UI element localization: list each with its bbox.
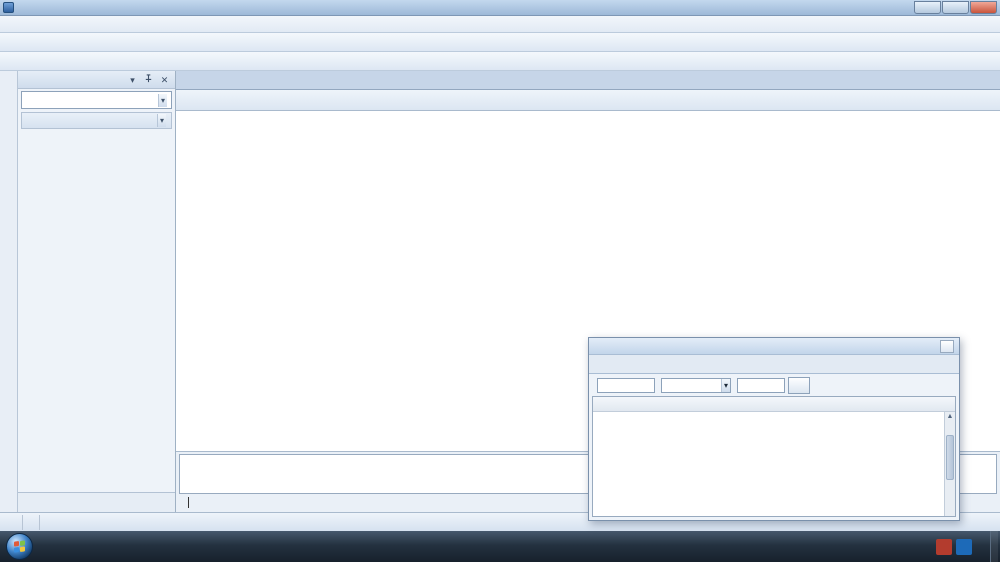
windows-taskbar [0,531,1000,562]
close-icon[interactable]: ✕ [158,73,171,86]
close-button[interactable] [970,1,997,14]
coordinates-readout [23,515,40,530]
menu-bar [0,16,1000,33]
text-caret [188,497,195,508]
start-button[interactable] [6,533,33,560]
legend-footer [18,492,175,512]
toolbar-drawing [0,52,1000,71]
scrollbar-thumb[interactable] [946,435,954,480]
toolbar-standard [0,33,1000,52]
pin-icon[interactable] [142,73,155,86]
results-filter-row: ▾ [589,374,959,396]
results-table: ▲ [592,396,956,517]
legend-section-header[interactable]: ▾ [21,112,172,129]
canvas-toolbar [176,90,1000,111]
results-table-header [593,397,955,412]
minimize-button[interactable] [914,1,941,14]
chevron-down-icon: ▾ [157,114,166,127]
symbol-library-select[interactable]: ▾ [21,91,172,109]
results-dialog-tabs [589,355,959,374]
find-input[interactable] [597,378,655,393]
app-icon [3,2,14,13]
dialog-close-icon[interactable] [940,340,954,353]
windows-flag-icon [14,540,25,552]
legend-panel-header: ▾ ✕ [18,71,175,89]
system-tray [932,539,988,555]
show-desktop-button[interactable] [990,531,998,562]
side-tool-strip [0,71,18,512]
legend-panel: ▾ ✕ ▾ ▾ [18,71,176,512]
scroll-up-icon[interactable]: ▲ [945,412,955,423]
desktop-screen: ▾ ✕ ▾ ▾ [0,0,1000,562]
chevron-down-icon: ▾ [158,94,167,107]
value-input[interactable] [737,378,785,393]
query-button[interactable] [788,377,810,394]
results-dialog: ▾ ▲ [588,337,960,521]
ime-sogou-icon[interactable] [936,539,952,555]
chevron-down-icon[interactable]: ▾ [126,73,139,86]
document-tab-bar [176,71,1000,90]
table-scrollbar[interactable]: ▲ [944,412,955,516]
condition-select[interactable]: ▾ [661,378,731,393]
title-bar [0,0,1000,16]
chevron-down-icon: ▾ [721,379,730,392]
legend-items [18,129,175,492]
scale-indicator[interactable] [6,515,23,530]
maximize-button[interactable] [942,1,969,14]
ime-chinese-icon[interactable] [956,539,972,555]
results-dialog-titlebar[interactable] [589,338,959,355]
